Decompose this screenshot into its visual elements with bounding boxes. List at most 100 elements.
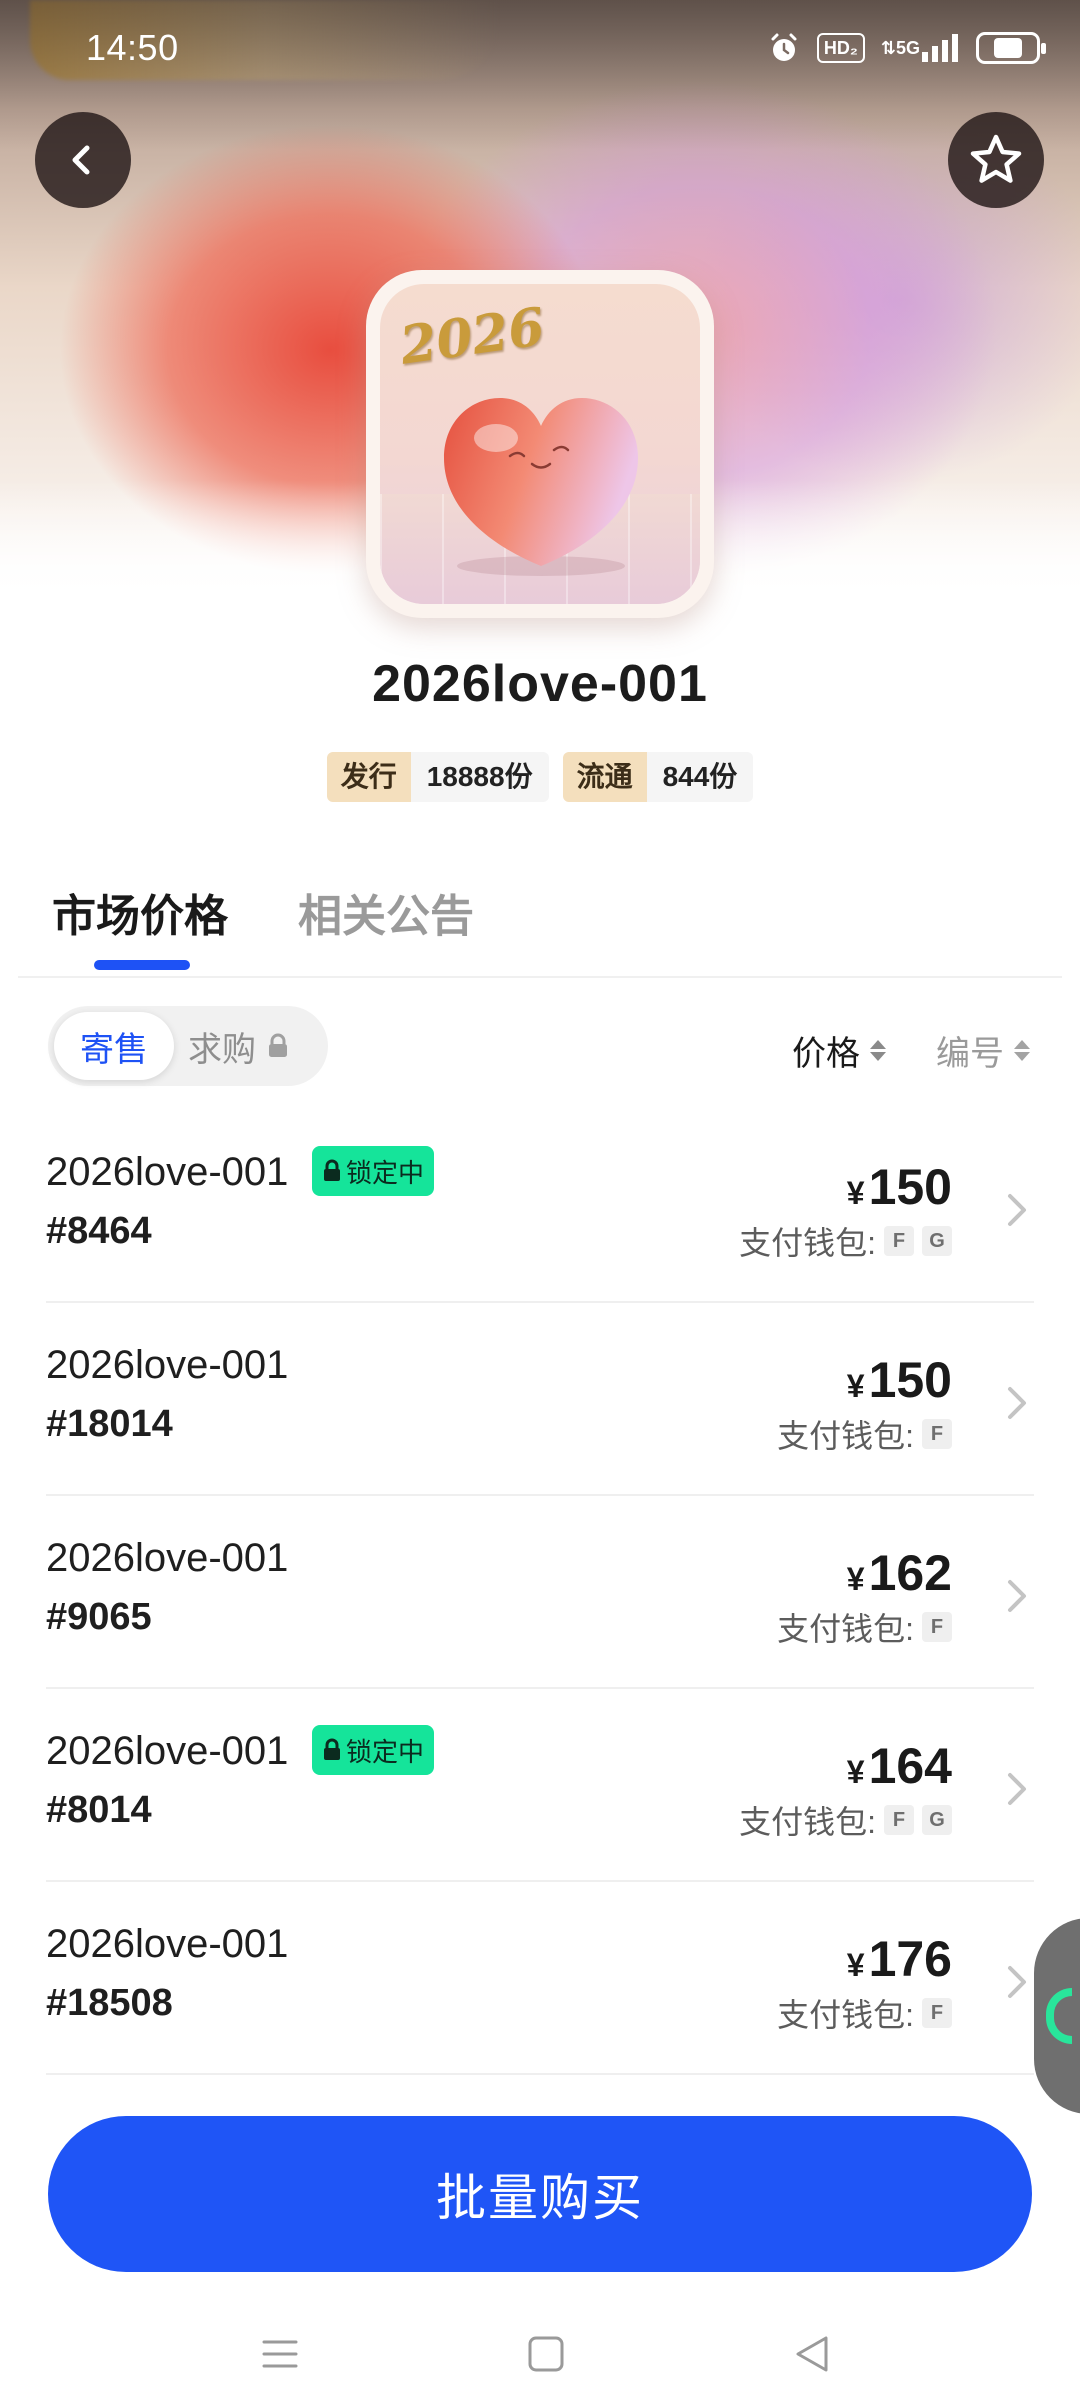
listing-price: ¥ 176	[847, 1930, 952, 1988]
wallet-tag: G	[922, 1805, 952, 1835]
bulk-buy-button[interactable]: 批量购买	[48, 2116, 1032, 2272]
locked-badge-label: 锁定中	[346, 1736, 425, 1767]
listing-serial: #8464	[46, 1210, 152, 1252]
menu-icon	[262, 2340, 298, 2368]
listing-type-toggle: 寄售 求购	[48, 1006, 328, 1086]
currency-symbol: ¥	[846, 1561, 865, 1597]
wallet-tag: G	[922, 1226, 952, 1256]
listing-serial: #18014	[46, 1403, 173, 1445]
payment-wallets: 支付钱包: F G	[739, 1797, 952, 1843]
sort-price-label: 价格	[792, 1035, 860, 1073]
locked-badge: 锁定中	[312, 1146, 435, 1196]
price-value: 150	[868, 1352, 952, 1408]
sort-arrows-icon	[870, 1040, 886, 1061]
chevron-right-icon	[1008, 1387, 1026, 1419]
currency-symbol: ¥	[846, 1175, 865, 1211]
sort-by-price[interactable]: 价格	[792, 1026, 886, 1075]
stat-issued: 发行 18888份	[326, 752, 549, 802]
stat-circulating: 流通 844份	[562, 752, 754, 802]
stat-issued-label: 发行	[326, 752, 411, 802]
listing-name: 2026love-001	[46, 1150, 289, 1194]
listing-row[interactable]: 2026love-001 #18508 ¥ 176 支付钱包: F	[46, 1882, 1034, 2075]
status-bar: 14:50 HD₂ ⇅5G	[0, 0, 1080, 96]
status-time: 14:50	[86, 27, 179, 68]
back-button[interactable]	[35, 112, 131, 208]
listing-name: 2026love-001	[46, 1536, 289, 1580]
segment-buy-request[interactable]: 求购	[174, 1012, 290, 1080]
wallet-label: 支付钱包:	[739, 1225, 876, 1261]
stat-issued-value: 18888份	[410, 752, 549, 802]
segment-buy-request-label: 求购	[188, 1030, 256, 1069]
listing-row[interactable]: 2026love-001 锁定中 #8014 ¥ 164 支付钱包: F G	[46, 1689, 1034, 1882]
listing-price: ¥ 164	[847, 1737, 952, 1795]
nav-back-button[interactable]	[782, 2324, 842, 2384]
locked-badge: 锁定中	[312, 1725, 435, 1775]
tabs-divider	[18, 976, 1062, 978]
chevron-right-icon	[1008, 1966, 1026, 1998]
star-outline-icon	[970, 134, 1022, 183]
heart-illustration	[444, 398, 638, 576]
price-value: 164	[868, 1738, 952, 1794]
payment-wallets: 支付钱包: F	[777, 1990, 952, 2036]
status-icons: HD₂ ⇅5G	[767, 31, 1046, 65]
listing-price: ¥ 162	[847, 1544, 952, 1602]
payment-wallets: 支付钱包: F	[777, 1604, 952, 1650]
price-value: 176	[868, 1931, 952, 1987]
listing-name: 2026love-001	[46, 1343, 289, 1387]
payment-wallets: 支付钱包: F	[777, 1411, 952, 1457]
floating-assistant-button[interactable]	[1034, 1918, 1080, 2114]
collection-title: 2026love-001	[372, 655, 708, 713]
listing-row[interactable]: 2026love-001 #9065 ¥ 162 支付钱包: F	[46, 1496, 1034, 1689]
listing-name: 2026love-001	[46, 1922, 289, 1966]
currency-symbol: ¥	[846, 1754, 865, 1790]
price-value: 162	[868, 1545, 952, 1601]
listing-serial: #9065	[46, 1596, 152, 1638]
assistant-icon	[1046, 1988, 1072, 2044]
network-label: ⇅5G	[880, 37, 920, 58]
lock-icon	[269, 1033, 287, 1057]
screen: 14:50 HD₂ ⇅5G 2026 2026love-001 发行 18888…	[0, 0, 1080, 2408]
listing-price: ¥ 150	[847, 1351, 952, 1409]
wallet-label: 支付钱包:	[777, 1611, 914, 1647]
nav-home-button[interactable]	[516, 2324, 576, 2384]
listing-list: 2026love-001 锁定中 #8464 ¥ 150 支付钱包: F G 2…	[46, 1110, 1034, 2075]
currency-symbol: ¥	[846, 1368, 865, 1404]
collection-artwork-frame: 2026	[366, 270, 714, 618]
collection-stats: 发行 18888份 流通 844份	[0, 752, 1080, 802]
wallet-tag: F	[922, 1419, 952, 1449]
listing-serial: #8014	[46, 1789, 152, 1831]
listing-row[interactable]: 2026love-001 锁定中 #8464 ¥ 150 支付钱包: F G	[46, 1110, 1034, 1303]
chevron-right-icon	[1008, 1194, 1026, 1226]
sort-by-number[interactable]: 编号	[936, 1026, 1030, 1075]
wallet-tag: F	[922, 1998, 952, 2028]
currency-symbol: ¥	[846, 1947, 865, 1983]
collection-artwork: 2026	[380, 284, 700, 604]
wallet-label: 支付钱包:	[739, 1804, 876, 1840]
segment-consignment[interactable]: 寄售	[54, 1012, 174, 1080]
back-triangle-icon	[796, 2336, 828, 2372]
listing-name: 2026love-001	[46, 1729, 289, 1773]
chevron-left-icon	[72, 145, 90, 175]
wallet-label: 支付钱包:	[777, 1418, 914, 1454]
alarm-icon	[767, 31, 801, 65]
wallet-tag: F	[884, 1805, 914, 1835]
nav-menu-button[interactable]	[250, 2324, 310, 2384]
listing-price: ¥ 150	[847, 1158, 952, 1216]
lock-icon	[324, 1738, 340, 1760]
payment-wallets: 支付钱包: F G	[739, 1218, 952, 1264]
5g-signal-icon: ⇅5G	[881, 32, 960, 64]
stat-circulating-value: 844份	[646, 752, 754, 802]
listing-row[interactable]: 2026love-001 #18014 ¥ 150 支付钱包: F	[46, 1303, 1034, 1496]
home-square-icon	[528, 2336, 564, 2372]
lock-icon	[324, 1159, 340, 1181]
wallet-tag: F	[884, 1226, 914, 1256]
favorite-button[interactable]	[948, 112, 1044, 208]
tab-market-price[interactable]: 市场价格	[52, 880, 228, 970]
listing-serial: #18508	[46, 1982, 173, 2024]
artwork-year-text: 2026	[396, 296, 549, 377]
stat-circulating-label: 流通	[562, 752, 647, 802]
hd-voice-icon: HD₂	[816, 33, 865, 63]
tab-announcements[interactable]: 相关公告	[298, 880, 474, 970]
wallet-label: 支付钱包:	[777, 1997, 914, 2033]
chevron-right-icon	[1008, 1773, 1026, 1805]
